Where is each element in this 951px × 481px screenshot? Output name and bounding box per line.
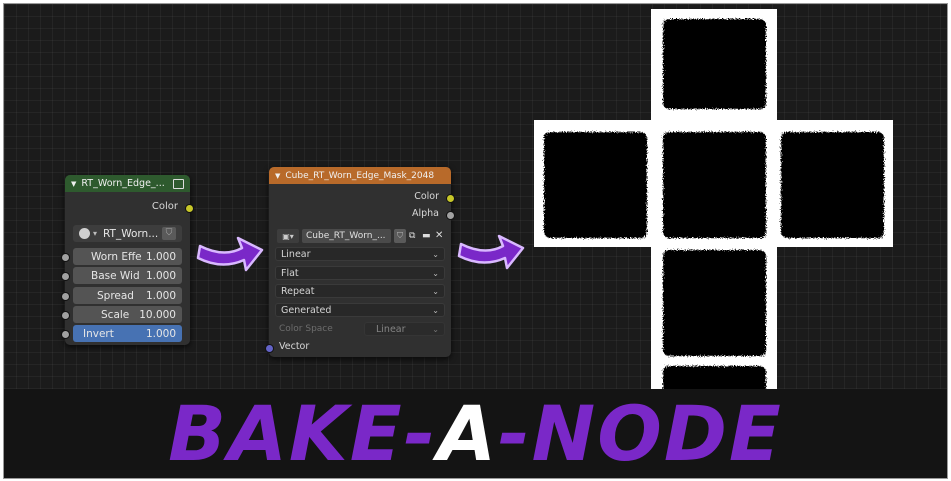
node-group-icon	[173, 178, 184, 189]
banner-title-part-3: -NODE	[498, 389, 783, 478]
color-space-label: Color Space	[279, 324, 333, 334]
chevron-down-icon: ⌄	[432, 286, 439, 296]
field-value: 1.000	[145, 269, 176, 282]
banner-title-part-1: BAKE-	[168, 389, 438, 478]
input-vector-label: Vector	[279, 341, 310, 352]
output-color-socket[interactable]	[185, 204, 194, 213]
input-socket-worn-effect[interactable]	[61, 253, 70, 262]
output-color-socket[interactable]	[446, 194, 455, 203]
output-color-label: Color	[414, 191, 439, 202]
field-base-width[interactable]: Base Wid 1.000	[73, 267, 182, 284]
field-label: Scale	[101, 308, 130, 321]
group-node-header[interactable]: ▼ RT_Worn_Edge_...	[65, 175, 190, 192]
chevron-down-icon: ▾	[93, 229, 98, 238]
group-node[interactable]: ▼ RT_Worn_Edge_... Color ▾ RT_Worn... ⛉ …	[61, 175, 194, 345]
field-value: 1.000	[145, 327, 176, 340]
chevron-down-icon: ⌄	[432, 249, 439, 259]
uv-face-right	[781, 132, 884, 238]
group-datablock-name: RT_Worn...	[103, 227, 159, 240]
field-invert[interactable]: Invert 1.000	[73, 325, 182, 342]
flow-arrow-icon	[457, 234, 525, 270]
image-name-field[interactable]: Cube_RT_Worn_...	[302, 229, 391, 243]
image-browse-icon[interactable]: ▣▾	[277, 229, 299, 243]
fake-user-shield-icon[interactable]: ⛉	[394, 229, 406, 243]
input-socket-spread[interactable]	[61, 292, 70, 301]
chevron-down-icon: ⌄	[432, 324, 439, 334]
source-dropdown[interactable]: Generated ⌄	[275, 303, 445, 317]
field-value: 1.000	[145, 250, 176, 263]
group-datablock-selector[interactable]: ▾ RT_Worn... ⛉	[73, 225, 182, 242]
fake-user-shield-icon[interactable]: ⛉	[162, 227, 176, 240]
collapse-triangle-icon[interactable]: ▼	[275, 172, 280, 180]
folder-icon[interactable]: ▬	[422, 229, 432, 243]
image-texture-node[interactable]: ▼ Cube_RT_Worn_Edge_Mask_2048 Color Alph…	[265, 167, 455, 357]
duplicate-icon[interactable]: ⧉	[409, 229, 419, 243]
close-icon[interactable]: ✕	[435, 229, 445, 243]
thumbnail-canvas: ▼ RT_Worn_Edge_... Color ▾ RT_Worn... ⛉ …	[3, 3, 948, 479]
color-space-dropdown[interactable]: Linear ⌄	[364, 322, 445, 336]
flow-arrow-icon	[196, 236, 264, 272]
collapse-triangle-icon[interactable]: ▼	[71, 180, 76, 188]
chevron-down-icon: ⌄	[432, 268, 439, 278]
field-value: 10.000	[139, 308, 176, 321]
image-node-title: Cube_RT_Worn_Edge_Mask_2048	[285, 170, 435, 181]
field-spread[interactable]: Spread 1.000	[73, 287, 182, 304]
dropdown-value: Generated	[281, 304, 332, 316]
input-socket-scale[interactable]	[61, 311, 70, 320]
field-label: Spread	[97, 289, 134, 302]
interpolation-dropdown[interactable]: Linear ⌄	[275, 247, 445, 261]
group-node-title: RT_Worn_Edge_...	[81, 178, 165, 189]
input-socket-base-width[interactable]	[61, 272, 70, 281]
uv-face-top	[663, 19, 766, 109]
image-datablock-row[interactable]: ▣▾ Cube_RT_Worn_... ⛉ ⧉ ▬ ✕	[277, 228, 445, 244]
node-tree-icon	[79, 228, 90, 239]
dropdown-value: Linear	[376, 323, 406, 335]
input-vector-socket[interactable]	[265, 344, 274, 353]
field-label: Worn Effe	[91, 250, 142, 263]
output-color-label: Color	[151, 201, 178, 212]
chevron-down-icon: ⌄	[432, 305, 439, 315]
field-label: Base Wid	[91, 269, 140, 282]
dropdown-value: Linear	[281, 248, 311, 260]
uv-face-center	[663, 132, 766, 238]
output-alpha-socket[interactable]	[446, 211, 455, 220]
field-label: Invert	[83, 327, 114, 340]
projection-dropdown[interactable]: Flat ⌄	[275, 266, 445, 280]
output-alpha-label: Alpha	[411, 208, 439, 219]
input-socket-invert[interactable]	[61, 330, 70, 339]
field-scale[interactable]: Scale 10.000	[73, 306, 182, 323]
field-value: 1.000	[145, 289, 176, 302]
image-node-header[interactable]: ▼ Cube_RT_Worn_Edge_Mask_2048	[269, 167, 451, 184]
uv-face-left	[544, 132, 647, 238]
banner-title: BAKE-A-NODE	[4, 391, 947, 477]
dropdown-value: Repeat	[281, 285, 315, 297]
field-worn-effect[interactable]: Worn Effe 1.000	[73, 248, 182, 265]
uv-face-lower	[663, 250, 766, 356]
banner-title-part-2: A	[437, 389, 499, 478]
dropdown-value: Flat	[281, 267, 299, 279]
extension-dropdown[interactable]: Repeat ⌄	[275, 284, 445, 298]
